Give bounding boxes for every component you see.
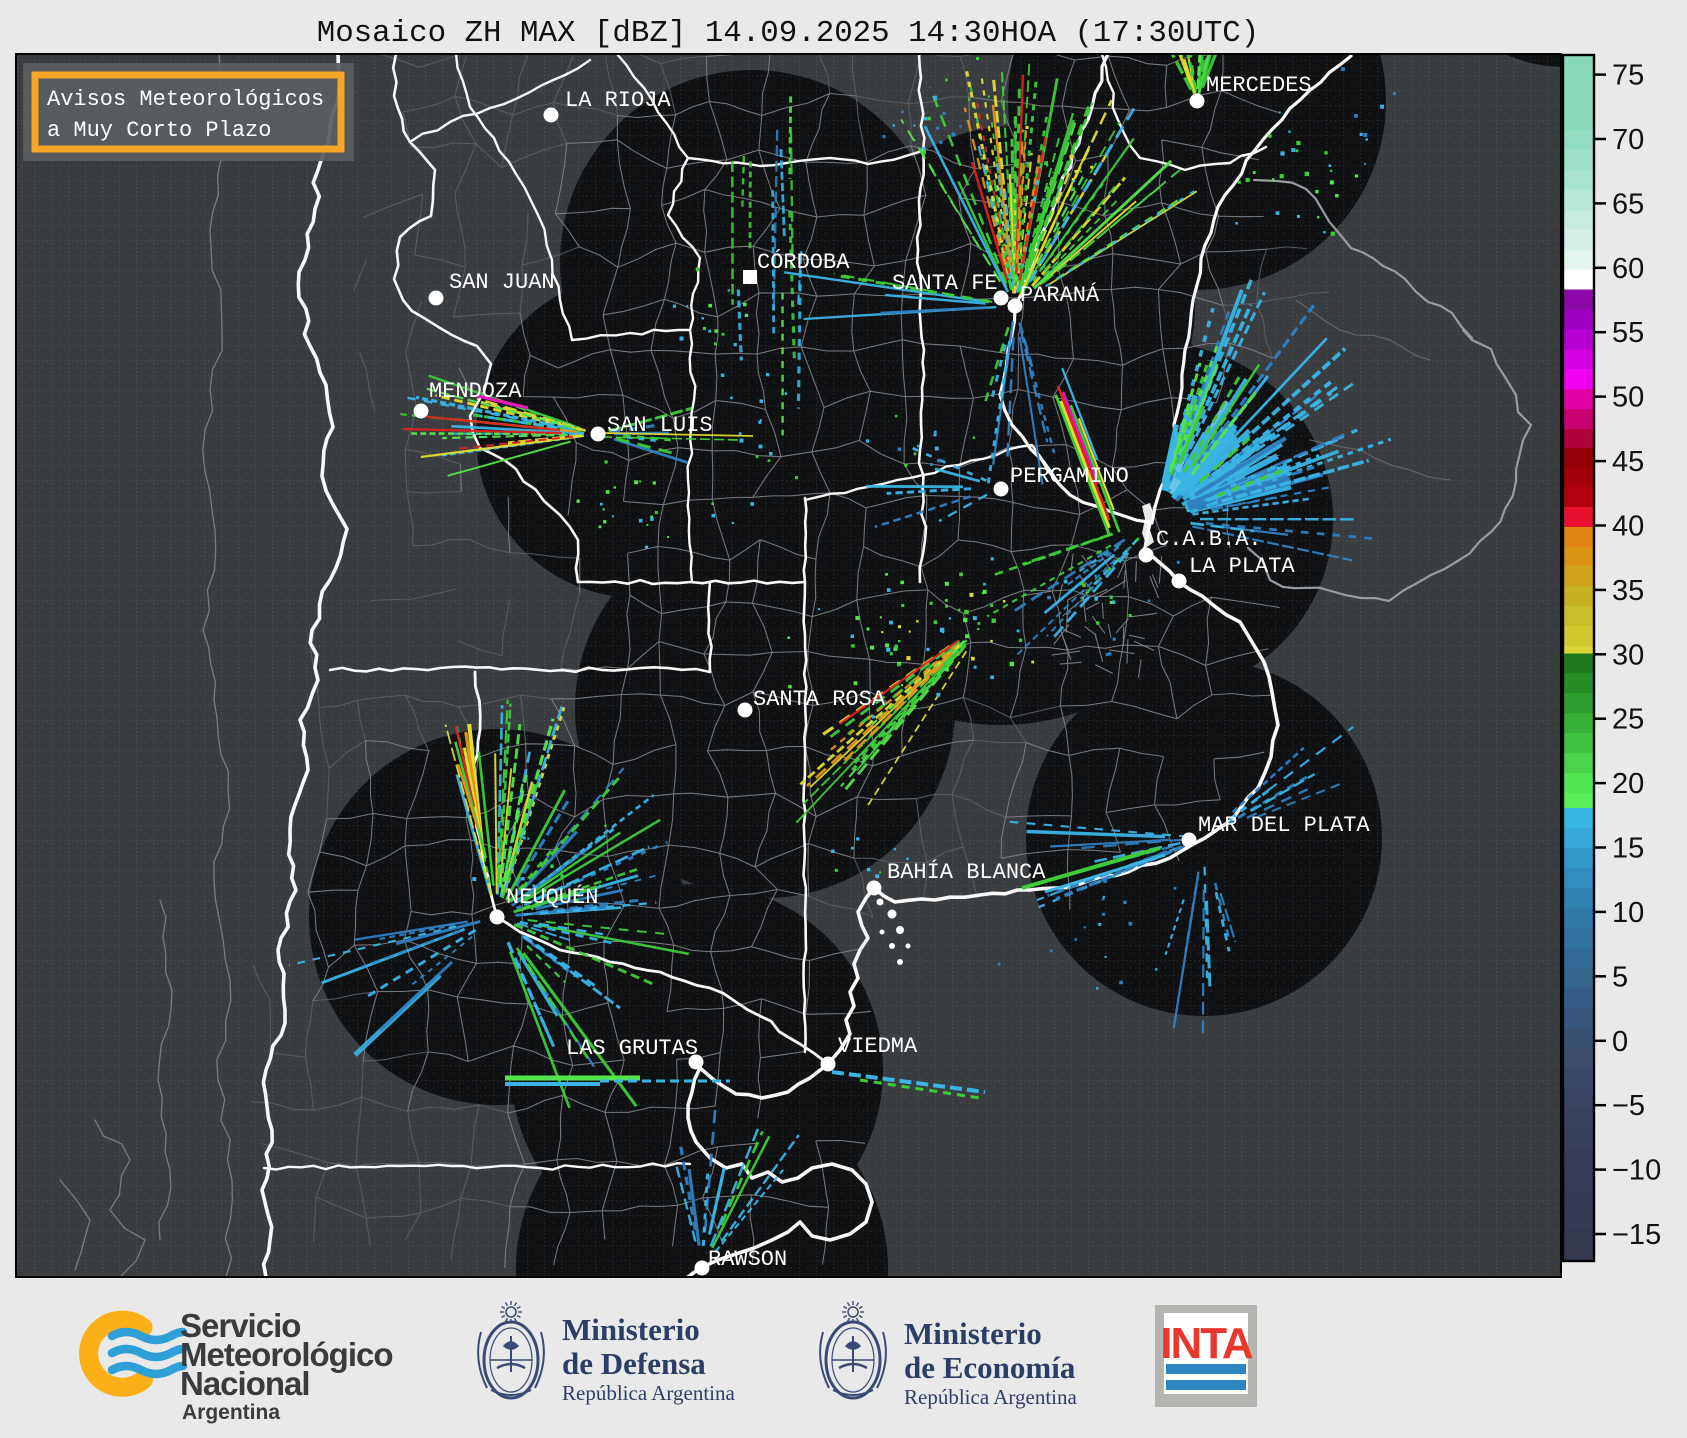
- svg-text:−15: −15: [1612, 1219, 1661, 1251]
- svg-text:República Argentina: República Argentina: [904, 1385, 1077, 1409]
- svg-text:VIEDMA: VIEDMA: [838, 1034, 918, 1059]
- svg-text:40: 40: [1612, 511, 1644, 543]
- svg-text:PERGAMINO: PERGAMINO: [1010, 464, 1129, 489]
- svg-text:65: 65: [1612, 188, 1644, 220]
- svg-text:−10: −10: [1612, 1155, 1661, 1187]
- svg-text:Nacional: Nacional: [180, 1365, 310, 1402]
- svg-text:50: 50: [1612, 382, 1644, 414]
- svg-text:30: 30: [1612, 639, 1644, 671]
- svg-text:60: 60: [1612, 253, 1644, 285]
- svg-text:MERCEDES: MERCEDES: [1206, 73, 1312, 98]
- svg-text:LA RIOJA: LA RIOJA: [565, 88, 671, 113]
- svg-text:45: 45: [1612, 446, 1644, 478]
- svg-text:25: 25: [1612, 704, 1644, 736]
- svg-text:55: 55: [1612, 317, 1644, 349]
- svg-text:LA PLATA: LA PLATA: [1189, 554, 1295, 579]
- svg-text:20: 20: [1612, 768, 1644, 800]
- svg-text:Avisos Meteorológicos: Avisos Meteorológicos: [47, 87, 324, 112]
- svg-text:10: 10: [1612, 897, 1644, 929]
- svg-text:35: 35: [1612, 575, 1644, 607]
- svg-text:de Economía: de Economía: [904, 1350, 1076, 1385]
- svg-text:Argentina: Argentina: [182, 1401, 280, 1424]
- svg-text:70: 70: [1612, 124, 1644, 156]
- svg-text:Ministerio: Ministerio: [562, 1312, 700, 1347]
- svg-text:SANTA FE: SANTA FE: [892, 271, 998, 296]
- svg-text:SAN LUIS: SAN LUIS: [607, 413, 713, 438]
- svg-text:BAHÍA BLANCA: BAHÍA BLANCA: [887, 859, 1046, 885]
- svg-text:CÓRDOBA: CÓRDOBA: [757, 249, 850, 275]
- svg-text:NEUQUÉN: NEUQUÉN: [506, 884, 598, 910]
- svg-text:75: 75: [1612, 60, 1644, 92]
- svg-text:−5: −5: [1612, 1090, 1645, 1122]
- svg-text:LAS GRUTAS: LAS GRUTAS: [566, 1036, 698, 1061]
- svg-text:de Defensa: de Defensa: [562, 1346, 706, 1381]
- svg-text:INTA: INTA: [1160, 1319, 1253, 1368]
- svg-text:RAWSON: RAWSON: [708, 1247, 787, 1272]
- svg-text:Ministerio: Ministerio: [904, 1316, 1042, 1351]
- svg-text:PARANÁ: PARANÁ: [1020, 282, 1100, 308]
- svg-text:República Argentina: República Argentina: [562, 1381, 735, 1405]
- svg-text:0: 0: [1612, 1026, 1628, 1058]
- svg-text:Mosaico ZH MAX [dBZ] 14.09.202: Mosaico ZH MAX [dBZ] 14.09.2025 14:30HOA…: [317, 16, 1260, 51]
- svg-text:a Muy Corto Plazo: a Muy Corto Plazo: [47, 118, 271, 143]
- svg-text:5: 5: [1612, 961, 1628, 993]
- svg-text:MENDOZA: MENDOZA: [429, 379, 522, 404]
- svg-text:MAR DEL PLATA: MAR DEL PLATA: [1198, 813, 1370, 838]
- svg-text:C.A.B.A.: C.A.B.A.: [1156, 527, 1262, 552]
- svg-text:15: 15: [1612, 833, 1644, 865]
- svg-text:SANTA ROSA: SANTA ROSA: [753, 687, 886, 712]
- svg-text:SAN JUAN: SAN JUAN: [449, 270, 555, 295]
